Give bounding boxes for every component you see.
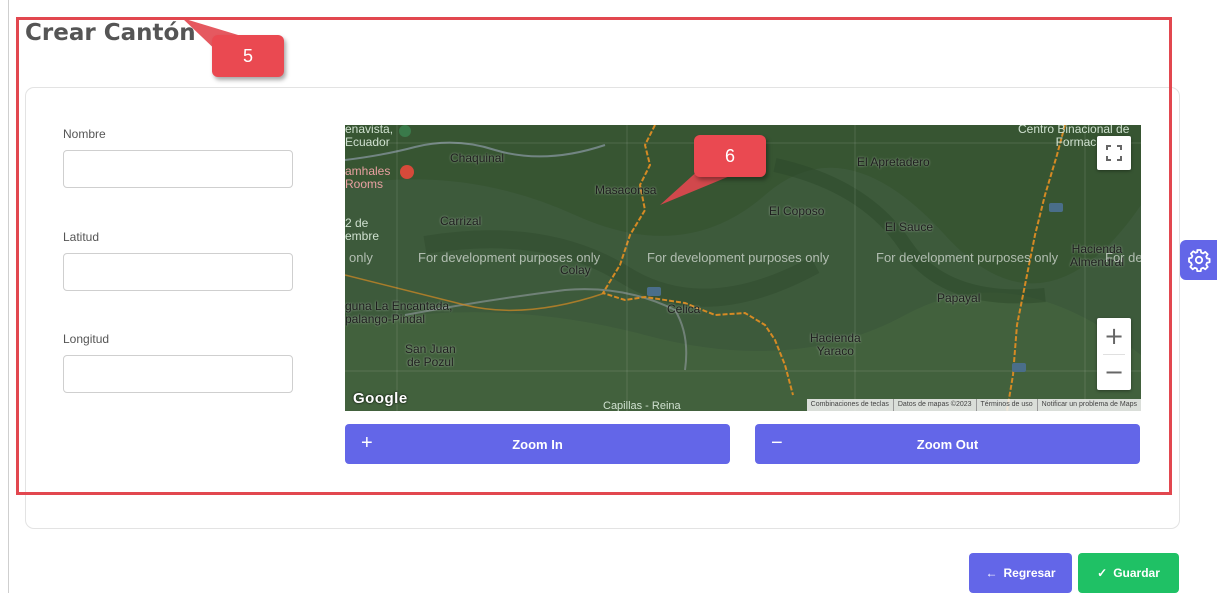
annotation-pointers: [182, 18, 730, 205]
annotation-callout-6: 6: [694, 135, 766, 177]
annotation-callout-5: 5: [212, 35, 284, 77]
